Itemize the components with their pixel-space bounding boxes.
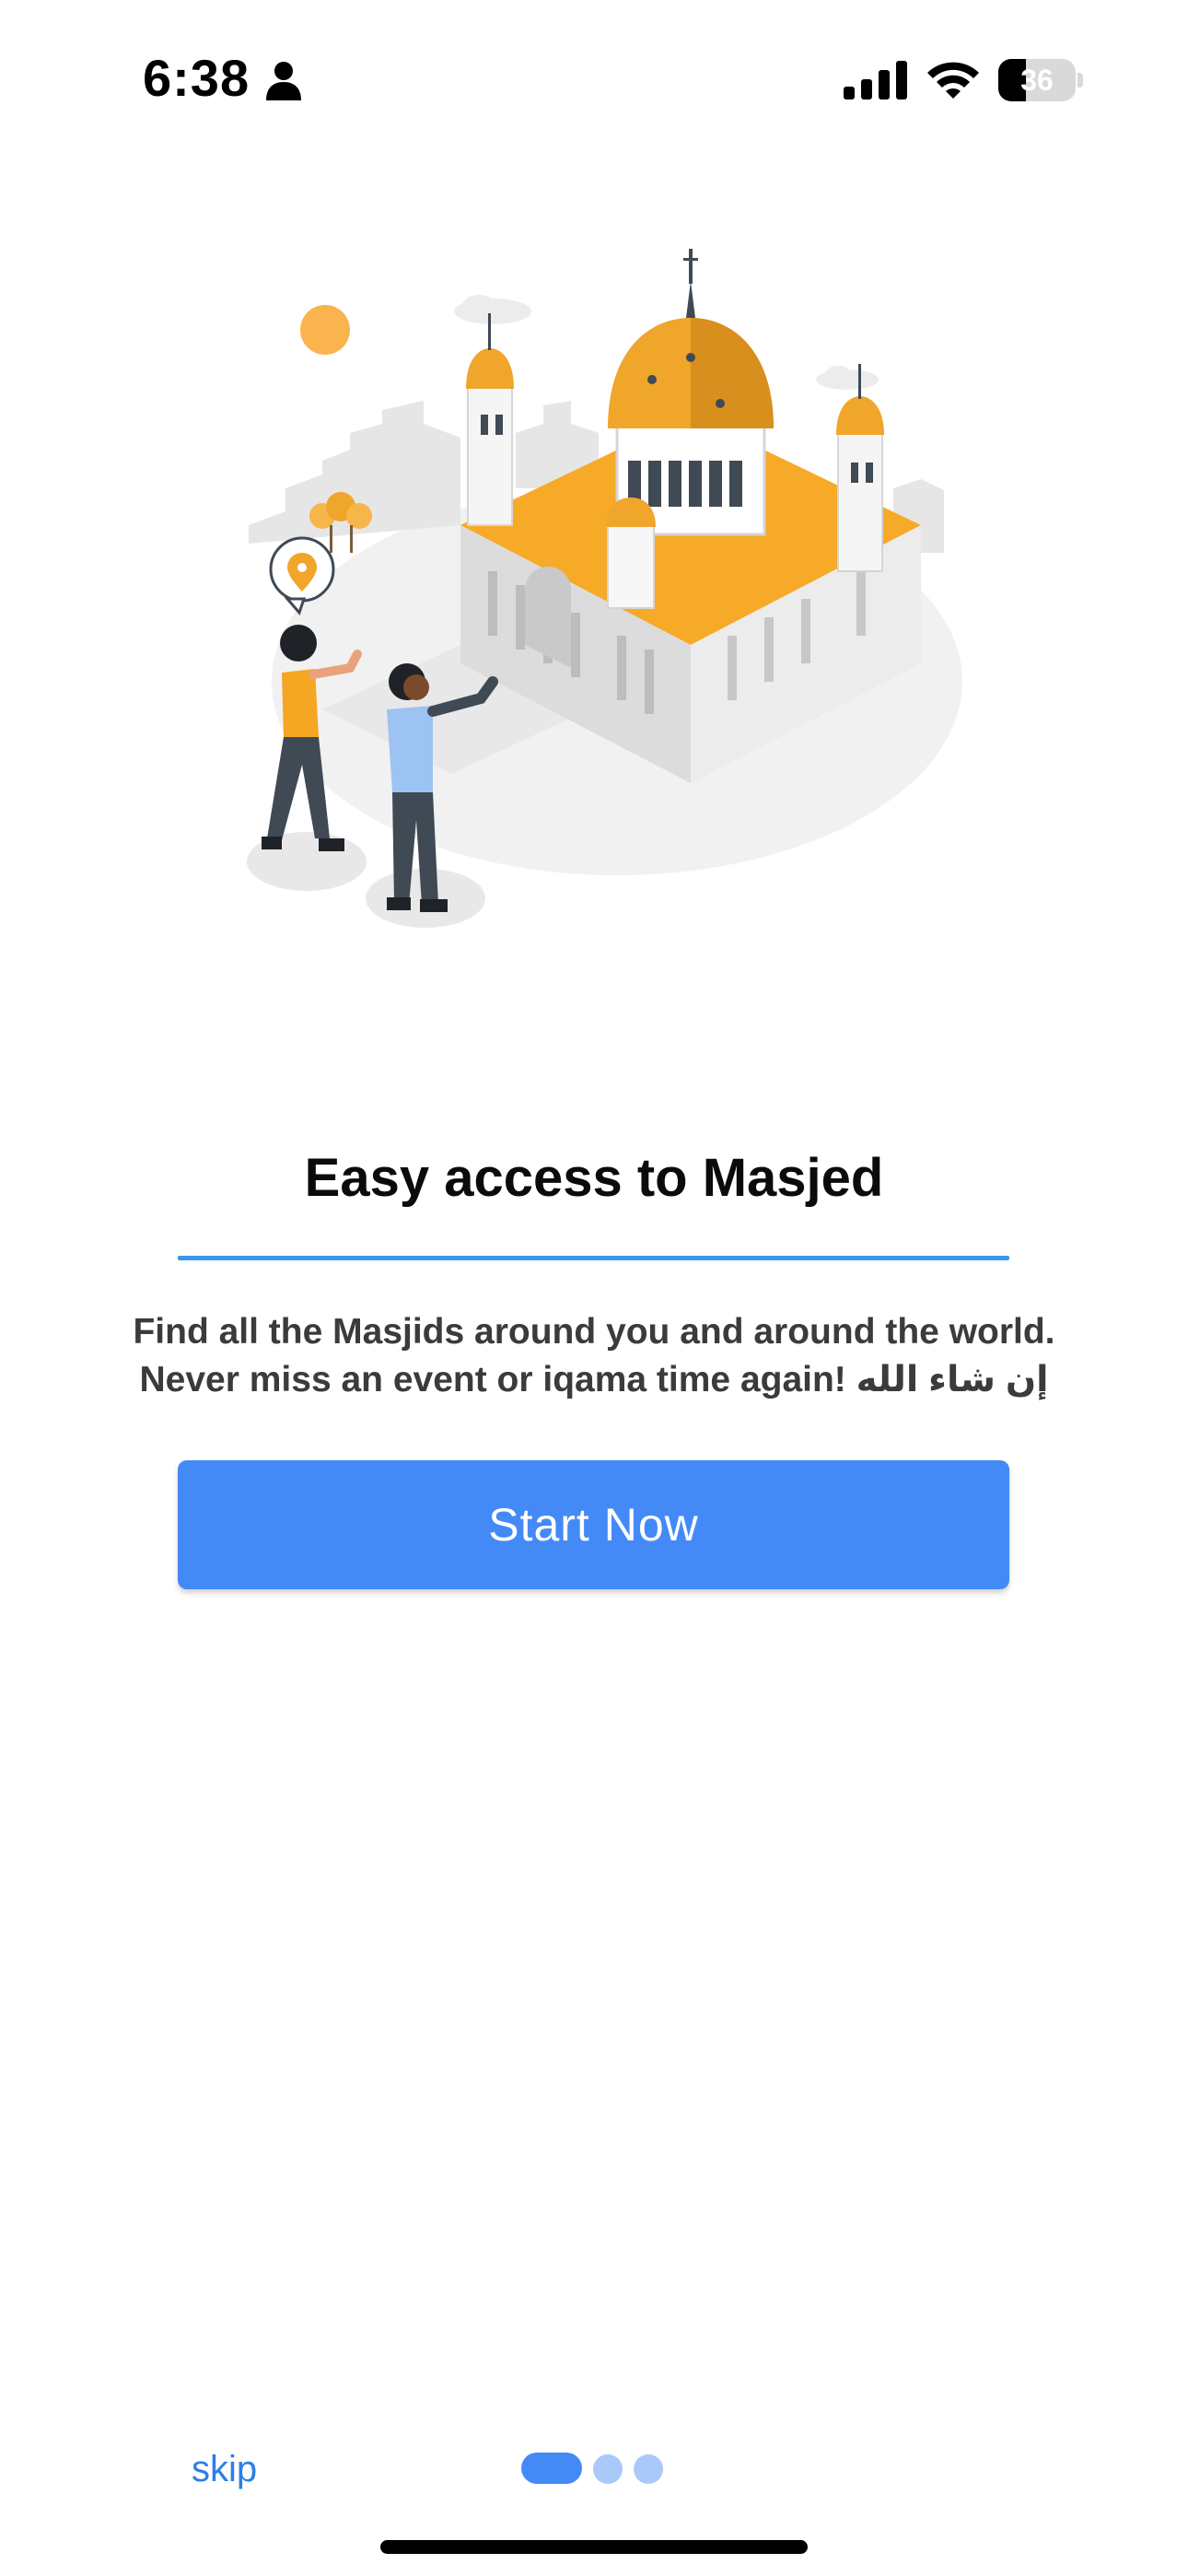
wifi-icon — [927, 62, 979, 99]
page-dot-active — [521, 2453, 582, 2484]
page-dot — [634, 2454, 663, 2484]
onboarding-title: Easy access to Masjed — [304, 1148, 884, 1208]
skip-button[interactable]: skip — [192, 2449, 257, 2490]
description-line-2: Never miss an event or iqama time again!… — [139, 1360, 1049, 1399]
page-dot — [593, 2454, 623, 2484]
battery-level: 36 — [1020, 64, 1054, 97]
mosque-illustration — [247, 249, 962, 928]
person-icon — [266, 62, 301, 100]
home-indicator — [380, 2540, 808, 2554]
status-time: 6:38 — [143, 49, 250, 107]
signal-icon — [844, 61, 907, 100]
status-bar: 6:38 36 — [0, 0, 1188, 157]
onboarding-description: Find all the Masjids around you and arou… — [87, 1308, 1101, 1404]
page-indicator — [521, 2451, 669, 2484]
description-line-1: Find all the Masjids around you and arou… — [133, 1312, 1055, 1352]
battery-icon: 36 — [998, 59, 1083, 101]
title-divider — [178, 1256, 1009, 1260]
start-now-button[interactable]: Start Now — [178, 1460, 1009, 1589]
